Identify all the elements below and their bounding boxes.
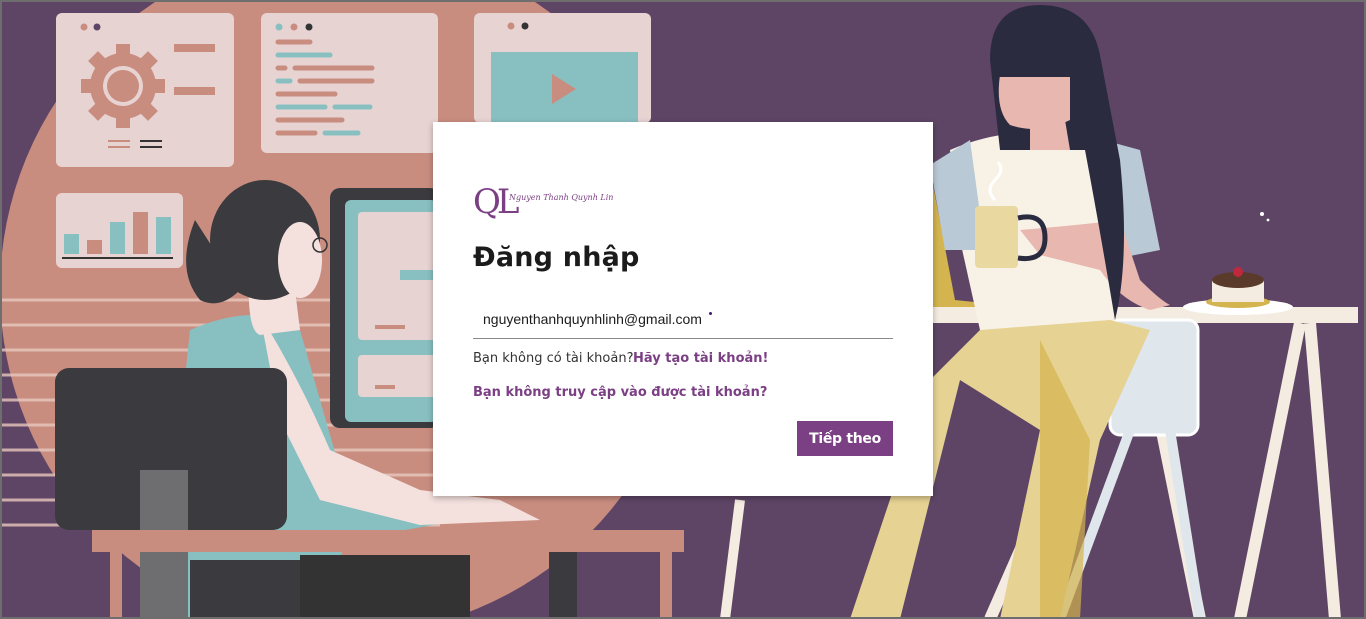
svg-text:QL: QL	[473, 182, 519, 222]
settings-panel	[56, 13, 234, 167]
bar-chart-panel	[56, 193, 183, 268]
gear-icon	[81, 44, 165, 128]
create-account-link[interactable]: Hãy tạo tài khoản!	[633, 351, 768, 366]
no-account-text: Bạn không có tài khoản?	[473, 351, 634, 366]
brand-logo: QL Nguyen Thanh Quynh Linh	[473, 182, 613, 222]
svg-text:Nguyen Thanh Quynh Linh: Nguyen Thanh Quynh Linh	[508, 193, 613, 202]
login-card: QL Nguyen Thanh Quynh Linh Đăng nhập Bạn…	[433, 122, 933, 496]
next-button[interactable]: Tiếp theo	[797, 421, 893, 456]
email-field[interactable]	[473, 302, 713, 336]
cannot-access-account-link[interactable]: Bạn không truy cập vào được tài khoản?	[473, 385, 767, 400]
email-field-wrapper	[473, 302, 893, 339]
video-panel	[474, 13, 651, 123]
mouse-cursor-dot	[709, 312, 712, 315]
code-panel	[261, 13, 438, 153]
page-title: Đăng nhập	[473, 242, 640, 273]
